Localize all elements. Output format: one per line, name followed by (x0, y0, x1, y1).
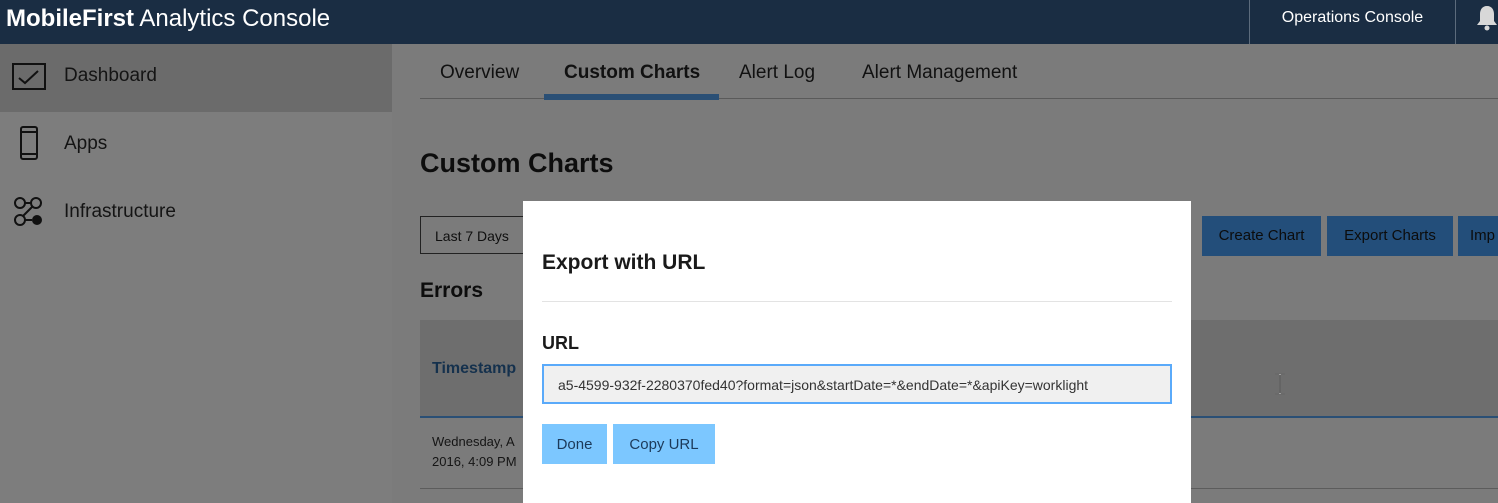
tab-alert-management[interactable]: Alert Management (862, 62, 1017, 84)
timestamp-line-1: Wednesday, A (432, 434, 515, 449)
text-cursor-icon (1275, 373, 1285, 395)
done-button[interactable]: Done (542, 424, 607, 464)
app-title: MobileFirst Analytics Console (6, 4, 330, 34)
top-bar: MobileFirst Analytics Console Operations… (0, 0, 1498, 44)
brand-rest: Analytics Console (134, 5, 331, 32)
operations-console-link[interactable]: Operations Console (1249, 0, 1456, 44)
column-header-timestamp[interactable]: Timestamp (432, 360, 516, 378)
sidebar-item-label: Infrastructure (64, 201, 176, 222)
active-tab-indicator (544, 94, 719, 100)
export-charts-button[interactable]: Export Charts (1327, 216, 1453, 256)
url-field-label: URL (542, 333, 579, 353)
sidebar-item-infrastructure[interactable]: Infrastructure (0, 180, 392, 248)
create-chart-button[interactable]: Create Chart (1202, 216, 1321, 256)
infrastructure-icon (14, 197, 42, 226)
import-charts-button[interactable]: Imp (1458, 216, 1498, 256)
dialog-divider (542, 301, 1172, 302)
page-title: Custom Charts (420, 148, 614, 178)
tab-custom-charts[interactable]: Custom Charts (564, 62, 700, 84)
export-url-dialog: Export with URL URL a5-4599-932f-2280370… (523, 201, 1191, 503)
section-title-errors: Errors (420, 279, 484, 302)
bell-icon[interactable] (1472, 2, 1498, 32)
sidebar-item-label: Dashboard (64, 65, 157, 86)
date-range-selector[interactable]: Last 7 Days (420, 216, 530, 254)
sidebar-item-label: Apps (64, 133, 108, 154)
timestamp-cell: Wednesday, A 2016, 4:09 PM (432, 432, 517, 472)
timestamp-line-2: 2016, 4:09 PM (432, 454, 517, 469)
sidebar-item-apps[interactable]: Apps (0, 112, 392, 180)
mobile-device-icon (20, 126, 38, 160)
tab-overview[interactable]: Overview (440, 62, 519, 84)
dashboard-icon (12, 63, 46, 90)
url-field-value: a5-4599-932f-2280370fed40?format=json&st… (558, 377, 1089, 393)
brand-bold: MobileFirst (6, 5, 135, 32)
tab-alert-log[interactable]: Alert Log (739, 62, 815, 84)
copy-url-button[interactable]: Copy URL (613, 424, 715, 464)
sidebar: Dashboard Apps Infrastructure (0, 44, 392, 503)
url-field[interactable]: a5-4599-932f-2280370fed40?format=json&st… (542, 364, 1172, 404)
dialog-title: Export with URL (542, 251, 706, 274)
sidebar-item-dashboard[interactable]: Dashboard (0, 44, 392, 112)
